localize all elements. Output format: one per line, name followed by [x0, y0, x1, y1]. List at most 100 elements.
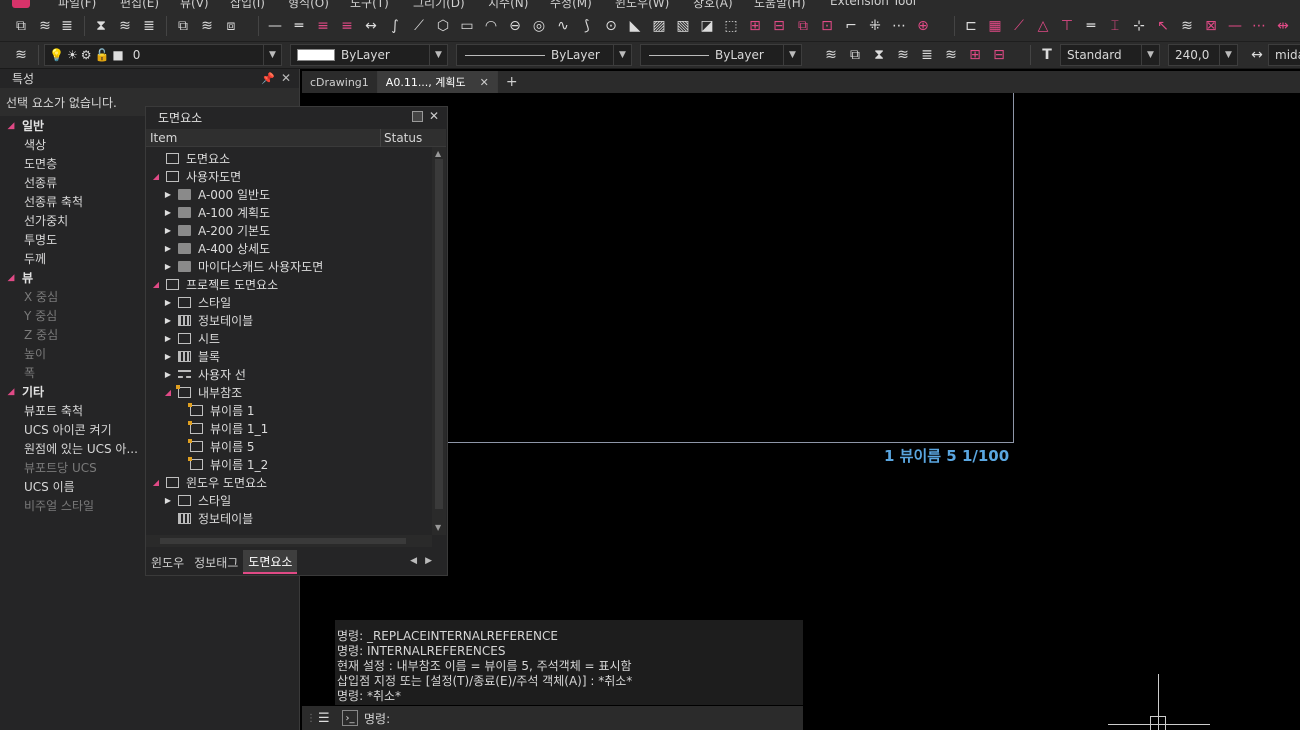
- block-insert-icon[interactable]: ⊞: [746, 17, 764, 35]
- float-icon[interactable]: [412, 111, 423, 122]
- expand-triangle-icon[interactable]: ▶: [162, 370, 174, 379]
- tree-node[interactable]: ▶ 정보테이블: [162, 311, 253, 329]
- tab-info-tag[interactable]: 정보태그: [189, 550, 243, 574]
- tree-vertical-scrollbar[interactable]: ▲ ▼: [432, 147, 446, 535]
- collapse-triangle-icon[interactable]: ◢: [150, 478, 162, 487]
- column-item[interactable]: Item: [150, 131, 177, 145]
- tree-node[interactable]: ▶ 시트: [162, 329, 220, 347]
- tree-node[interactable]: ▶ 스타일: [162, 293, 231, 311]
- dim-aligned-icon[interactable]: ▦: [986, 17, 1004, 35]
- expand-triangle-icon[interactable]: ▶: [162, 208, 174, 217]
- tree-node[interactable]: ◢ 윈도우 도면요소: [150, 473, 267, 491]
- color-dropdown[interactable]: ByLayer ▼: [290, 44, 448, 66]
- donut-icon[interactable]: ◎: [530, 17, 548, 35]
- layer-tool-3-icon[interactable]: ⧗: [870, 46, 888, 64]
- layer-walk-icon[interactable]: ≋: [198, 17, 216, 35]
- menu-window-door[interactable]: 창호(A): [693, 0, 733, 10]
- collapse-triangle-icon[interactable]: ◢: [0, 387, 22, 397]
- dim-linear-icon[interactable]: ⊏: [962, 17, 980, 35]
- ray-icon[interactable]: ↔: [362, 17, 380, 35]
- gradient-icon[interactable]: ▧: [674, 17, 692, 35]
- layer-merge-icon[interactable]: ≋: [116, 17, 134, 35]
- expand-triangle-icon[interactable]: ▶: [162, 244, 174, 253]
- property-row[interactable]: 투명도: [0, 230, 145, 249]
- dim-break-icon[interactable]: —: [1226, 17, 1244, 35]
- wipeout-icon[interactable]: ◪: [698, 17, 716, 35]
- layer-previous-icon[interactable]: ⧈: [222, 17, 240, 35]
- layer-off-icon[interactable]: ⧉: [12, 17, 30, 35]
- layer-isolate-icon[interactable]: ⧉: [174, 17, 192, 35]
- tree-node[interactable]: 정보테이블: [162, 509, 253, 527]
- dim-jog-icon[interactable]: ⇹: [1274, 17, 1292, 35]
- close-icon[interactable]: ✕: [429, 109, 439, 123]
- spline-icon[interactable]: ∫: [386, 17, 404, 35]
- layer-tool-6-icon[interactable]: ≋: [942, 46, 960, 64]
- tree-node[interactable]: 도면요소: [150, 149, 230, 167]
- linetype-dropdown[interactable]: ByLayer ▼: [456, 44, 632, 66]
- tree-node[interactable]: 뷰이름 1_2: [188, 455, 268, 473]
- layer-manager-icon[interactable]: ≋: [12, 46, 30, 64]
- new-tab-button[interactable]: +: [498, 71, 526, 93]
- property-row[interactable]: 비주얼 스타일: [0, 496, 145, 515]
- expand-triangle-icon[interactable]: ▶: [162, 298, 174, 307]
- collapse-triangle-icon[interactable]: ◢: [162, 388, 174, 397]
- layer-tool-4-icon[interactable]: ≋: [894, 46, 912, 64]
- expand-triangle-icon[interactable]: ▶: [162, 352, 174, 361]
- circle-icon[interactable]: ⊖: [506, 17, 524, 35]
- grip-icon[interactable]: ⋮: [306, 713, 316, 724]
- menu-format[interactable]: 형식(O): [288, 0, 329, 10]
- menu-edit[interactable]: 편집(E): [120, 0, 159, 10]
- collapse-triangle-icon[interactable]: ◢: [0, 273, 22, 283]
- menu-file[interactable]: 파일(F): [58, 0, 96, 10]
- layer-delete-icon[interactable]: ≣: [140, 17, 158, 35]
- menu-dimension[interactable]: 치수(N): [488, 0, 528, 10]
- property-row[interactable]: 높이: [0, 344, 145, 363]
- close-icon[interactable]: ✕: [281, 71, 291, 85]
- app-logo[interactable]: [12, 0, 30, 8]
- scroll-down-icon[interactable]: ▼: [435, 523, 441, 532]
- menu-draw[interactable]: 그리기(D): [413, 0, 465, 10]
- double-line-icon[interactable]: ═: [290, 17, 308, 35]
- line-icon[interactable]: —: [266, 17, 284, 35]
- expand-triangle-icon[interactable]: ▶: [162, 190, 174, 199]
- table-icon[interactable]: ⊕: [914, 17, 932, 35]
- tree-node[interactable]: ▶ A-400 상세도: [162, 239, 270, 257]
- center-mark-icon[interactable]: ⊠: [1202, 17, 1220, 35]
- property-row[interactable]: 뷰포트 축척: [0, 401, 145, 420]
- measure-icon[interactable]: ⋯: [890, 17, 908, 35]
- collapse-triangle-icon[interactable]: ◢: [150, 280, 162, 289]
- collapse-triangle-icon[interactable]: ◢: [150, 172, 162, 181]
- expand-triangle-icon[interactable]: ▶: [162, 262, 174, 271]
- property-row[interactable]: 도면층: [0, 154, 145, 173]
- revcloud-icon[interactable]: ∿: [554, 17, 572, 35]
- dim-arc-icon[interactable]: ⟋: [1010, 17, 1028, 35]
- property-row[interactable]: UCS 이름: [0, 477, 145, 496]
- tree-node[interactable]: ◢ 내부참조: [162, 383, 242, 401]
- property-row[interactable]: 색상: [0, 135, 145, 154]
- block-attr-icon[interactable]: ⊡: [818, 17, 836, 35]
- scroll-thumb[interactable]: [435, 159, 443, 509]
- menu-tools[interactable]: 도구(T): [350, 0, 389, 10]
- command-line[interactable]: ⋮ ☰ ›_ 명령:: [302, 706, 803, 730]
- sketch-icon[interactable]: ⟆: [578, 17, 596, 35]
- leader-icon[interactable]: ↖: [1154, 17, 1172, 35]
- property-category[interactable]: ◢ 기타: [0, 382, 145, 401]
- expand-triangle-icon[interactable]: ▶: [162, 334, 174, 343]
- property-category[interactable]: ◢ 뷰: [0, 268, 145, 287]
- point-icon[interactable]: ⌐: [842, 17, 860, 35]
- solid-icon[interactable]: ◣: [626, 17, 644, 35]
- layer-tool-1-icon[interactable]: ≋: [822, 46, 840, 64]
- xline-icon[interactable]: ⟋: [410, 17, 428, 35]
- tree-node[interactable]: ▶ A-000 일반도: [162, 185, 270, 203]
- menu-insert[interactable]: 삽입(I): [230, 0, 265, 10]
- collapse-triangle-icon[interactable]: ◢: [0, 121, 22, 131]
- layer-tool-5-icon[interactable]: ≣: [918, 46, 936, 64]
- layer-tool-7-icon[interactable]: ⊞: [966, 46, 984, 64]
- tree-node[interactable]: ▶ 사용자 선: [162, 365, 246, 383]
- dim-ordinate-icon[interactable]: ⊹: [1130, 17, 1148, 35]
- tree-node[interactable]: ▶ 블록: [162, 347, 220, 365]
- menu-help[interactable]: 도움말(H): [754, 0, 806, 10]
- tree-node[interactable]: 뷰이름 1_1: [188, 419, 268, 437]
- pin-icon[interactable]: 📌: [261, 72, 275, 85]
- tab-drawing-elements[interactable]: 도면요소: [243, 550, 298, 574]
